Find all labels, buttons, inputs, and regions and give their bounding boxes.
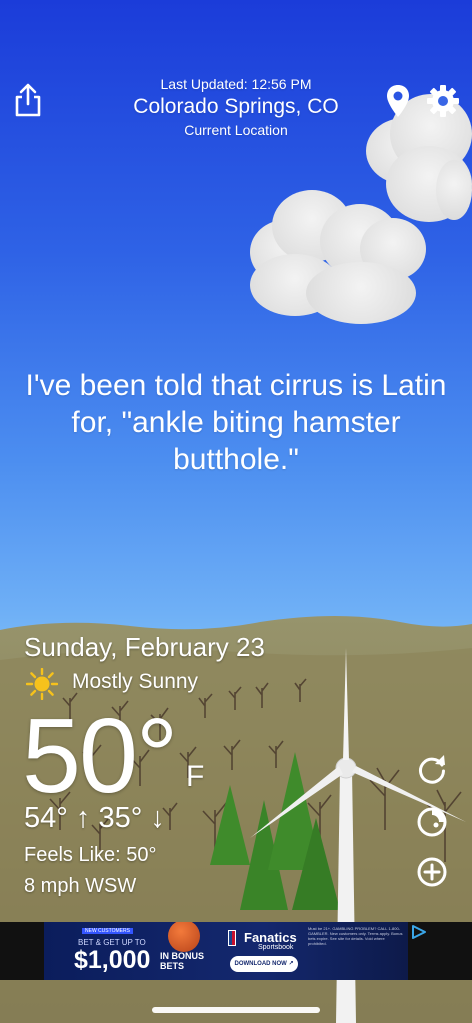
feels-like: Feels Like: 50° xyxy=(24,844,157,866)
adchoices-button[interactable] xyxy=(410,924,428,940)
gear-icon xyxy=(427,85,459,117)
ad-bonus: IN BONUS BETS xyxy=(160,951,204,971)
mode-toggle-button[interactable] xyxy=(414,804,450,840)
mode-toggle-icon xyxy=(417,807,447,837)
nba-logo-icon xyxy=(228,930,236,946)
ad-brand-sub: Sportsbook xyxy=(258,944,294,951)
arrow-up-icon: ↑ xyxy=(67,802,99,834)
high-low: 54° ↑ 35° ↓ xyxy=(24,802,165,835)
ad-fine-print: Must be 21+. GAMBLING PROBLEM? CALL 1-80… xyxy=(308,926,403,946)
wind-info: 8 mph WSW xyxy=(24,875,137,897)
low-temp: 35° xyxy=(98,802,143,834)
settings-button[interactable] xyxy=(426,84,460,118)
add-icon xyxy=(417,857,447,887)
location-subtitle: Current Location xyxy=(184,122,288,138)
adchoices-icon xyxy=(412,925,426,939)
add-location-button[interactable] xyxy=(414,854,450,890)
ad-banner[interactable]: NEW CUSTOMERS BET & GET UP TO $1,000 IN … xyxy=(44,922,408,980)
forecast-date: Sunday, February 23 xyxy=(24,632,265,662)
refresh-button[interactable] xyxy=(414,752,450,788)
ad-tag: NEW CUSTOMERS xyxy=(82,928,133,934)
condition-text: Mostly Sunny xyxy=(72,670,199,693)
ad-bonus-line1: IN BONUS xyxy=(160,951,205,961)
home-indicator[interactable] xyxy=(152,1007,320,1013)
weather-quote: I've been told that cirrus is Latin for,… xyxy=(25,369,447,476)
ad-brand: Fanatics xyxy=(244,930,297,945)
high-temp: 54° xyxy=(24,802,68,834)
basketball-icon xyxy=(168,922,200,952)
current-temperature: 50° xyxy=(22,697,178,815)
location-pin-icon xyxy=(387,85,409,117)
arrow-down-icon: ↓ xyxy=(142,802,165,834)
ad-bonus-line2: BETS xyxy=(160,961,185,971)
ad-download-button[interactable]: DOWNLOAD NOW ↗ xyxy=(230,956,298,972)
temperature-unit[interactable]: F xyxy=(186,760,204,794)
ad-amount: $1,000 xyxy=(74,946,151,974)
location-button[interactable] xyxy=(386,84,410,118)
refresh-icon xyxy=(419,755,445,784)
